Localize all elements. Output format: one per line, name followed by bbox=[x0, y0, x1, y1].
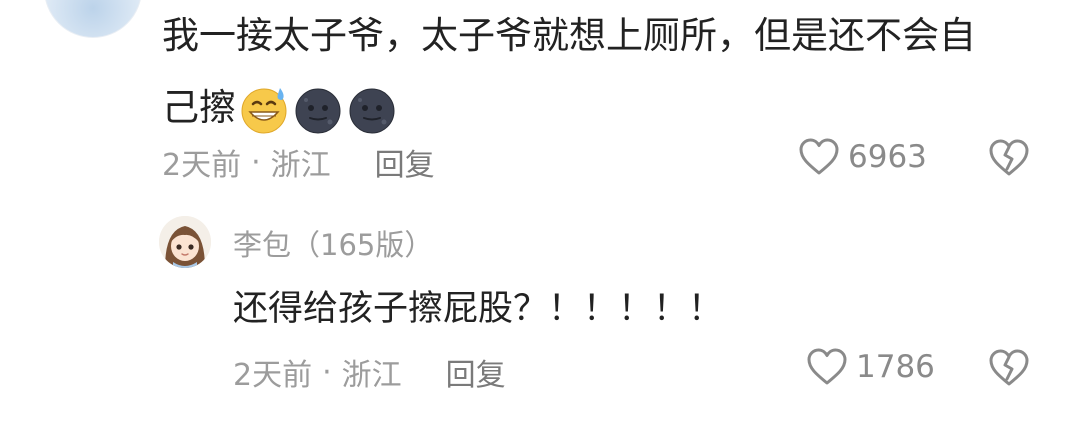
reply-comment-body: 还得给孩子擦屁股？！！！！！ bbox=[233, 289, 724, 329]
parent-comment-time: 2天前 bbox=[162, 148, 242, 183]
parent-reply-button[interactable]: 回复 bbox=[375, 140, 435, 184]
reply-comment-time: 2天前 bbox=[233, 358, 313, 393]
parent-like-button[interactable]: 6963 bbox=[798, 137, 927, 177]
reply-author-avatar[interactable] bbox=[159, 216, 211, 268]
parent-comment-line2-text: 己擦 bbox=[162, 86, 236, 129]
parent-like-count: 6963 bbox=[848, 139, 927, 175]
reply-author-name[interactable]: 李包（165版） bbox=[233, 222, 433, 264]
heart-outline-icon bbox=[807, 348, 847, 385]
parent-dislike-button[interactable] bbox=[988, 138, 1030, 182]
grinning-sweat-emoji bbox=[241, 87, 287, 133]
reply-dislike-button[interactable] bbox=[988, 348, 1030, 392]
dark-moon-face-emoji bbox=[295, 88, 341, 133]
parent-comment-line2: 己擦 bbox=[162, 72, 1042, 144]
parent-comment-line1: 我一接太子爷，太子爷就想上厕所，但是还不会自 bbox=[162, 14, 976, 57]
broken-heart-icon bbox=[989, 139, 1029, 176]
parent-comment-meta: 2天前 · 浙江 回复 bbox=[162, 140, 435, 184]
avatar-girl-icon bbox=[159, 216, 211, 268]
heart-outline-icon bbox=[799, 138, 839, 175]
broken-heart-icon bbox=[989, 349, 1029, 386]
reply-comment-meta: 2天前 · 浙江 回复 bbox=[233, 350, 506, 394]
reply-comment-location: 浙江 bbox=[341, 358, 402, 393]
parent-comment-avatar[interactable] bbox=[44, 0, 142, 38]
reply-reply-button[interactable]: 回复 bbox=[446, 350, 506, 394]
meta-separator: · bbox=[251, 144, 261, 180]
meta-separator: · bbox=[322, 354, 332, 390]
parent-comment-body: 我一接太子爷，太子爷就想上厕所，但是还不会自 己擦 bbox=[162, 0, 1042, 144]
dark-moon-face-emoji bbox=[349, 88, 395, 133]
parent-comment-location: 浙江 bbox=[270, 148, 331, 183]
reply-like-count: 1786 bbox=[856, 349, 935, 385]
reply-like-button[interactable]: 1786 bbox=[806, 347, 935, 387]
